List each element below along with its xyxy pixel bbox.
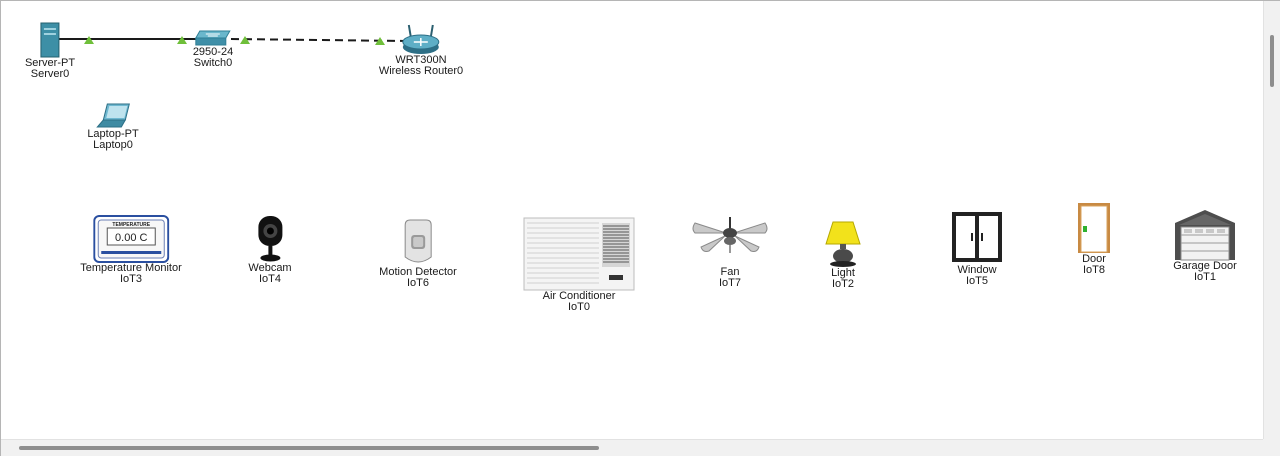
device-light[interactable]: Light IoT2: [823, 220, 863, 290]
device-name-label: Wireless Router0: [378, 65, 464, 77]
server-icon: [40, 22, 60, 58]
device-name-label: IoT4: [258, 273, 282, 285]
device-door[interactable]: Door IoT8: [1076, 202, 1112, 276]
device-window[interactable]: Window IoT5: [951, 211, 1003, 287]
laptop-icon: [95, 103, 130, 128]
device-name-label: IoT8: [1082, 264, 1105, 276]
device-name-label: IoT2: [831, 278, 854, 290]
device-name-label: IoT5: [965, 275, 988, 287]
temperature-monitor-icon: TEMPERATURE 0.00 C: [93, 215, 169, 263]
device-webcam[interactable]: Webcam IoT4: [248, 215, 292, 285]
device-wireless-router0[interactable]: WRT300N Wireless Router0: [379, 23, 463, 77]
lamp-icon: [825, 221, 861, 267]
motion-detector-icon: [404, 219, 432, 263]
device-fan[interactable]: Fan IoT7: [691, 217, 769, 289]
window-icon: [952, 212, 1002, 262]
device-server0[interactable]: Server-PT Server0: [25, 22, 75, 80]
device-name-label: IoT0: [567, 301, 590, 313]
device-temperature-monitor[interactable]: TEMPERATURE 0.00 C Temperature Monitor I…: [80, 215, 182, 285]
device-name-label: IoT7: [718, 277, 741, 289]
ceiling-fan-icon: [692, 217, 768, 253]
device-switch0[interactable]: 2950-24 Switch0: [193, 29, 233, 69]
device-name-label: IoT3: [119, 273, 142, 285]
vertical-scroll-thumb[interactable]: [1270, 35, 1274, 87]
temperature-display: 0.00 C: [115, 232, 147, 244]
horizontal-scrollbar[interactable]: [1, 439, 1264, 456]
device-laptop0[interactable]: Laptop-PT Laptop0: [87, 103, 139, 151]
webcam-icon: [257, 216, 282, 262]
switch-icon: [195, 30, 231, 46]
device-name-label: Laptop0: [93, 139, 133, 151]
device-air-conditioner[interactable]: Air Conditioner IoT0: [523, 217, 635, 313]
device-garage-door[interactable]: Garage Door IoT1: [1173, 209, 1237, 283]
air-conditioner-icon: [523, 217, 635, 291]
device-name-label: Switch0: [193, 57, 233, 69]
door-icon: [1078, 203, 1110, 253]
device-name-label: Server0: [30, 68, 70, 80]
device-name-label: IoT6: [406, 277, 429, 289]
garage-door-icon: [1175, 210, 1235, 261]
scrollbar-corner: [1263, 439, 1280, 456]
wireless-router-icon: [402, 24, 440, 54]
horizontal-scroll-thumb[interactable]: [19, 446, 599, 450]
device-name-label: IoT1: [1193, 271, 1216, 283]
temperature-header: TEMPERATURE: [112, 222, 150, 228]
vertical-scrollbar[interactable]: [1263, 1, 1280, 441]
device-motion-detector[interactable]: Motion Detector IoT6: [379, 219, 457, 289]
logical-workspace[interactable]: Server-PT Server0 2950-24 Switch0 WRT300…: [0, 0, 1280, 456]
